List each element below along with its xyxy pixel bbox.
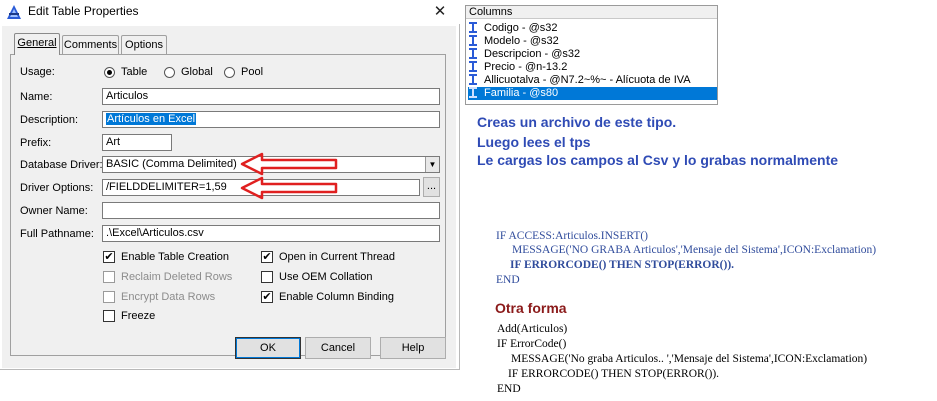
otra-forma-heading: Otra forma [495, 300, 567, 316]
tab-comments[interactable]: Comments [62, 35, 119, 54]
reclaim-deleted-rows-checkbox[interactable] [103, 271, 115, 283]
column-item[interactable]: Precio - @n-13.2 [468, 61, 717, 74]
code-line: MESSAGE('NO GRABA Articulos','Mensaje de… [512, 244, 877, 256]
enable-column-binding-checkbox[interactable]: ✔ [261, 291, 273, 303]
tab-options[interactable]: Options [121, 35, 167, 54]
open-in-current-thread-label: Open in Current Thread [279, 251, 395, 263]
columns-panel: Columns Codigo - @s32 Modelo - @s32 Desc… [465, 5, 718, 105]
name-label: Name: [20, 91, 53, 103]
arrow-database-driver [240, 152, 338, 176]
close-icon[interactable]: ✕ [428, 2, 452, 22]
code-line: END [496, 274, 520, 286]
owner-name-label: Owner Name: [20, 205, 88, 217]
column-field-icon [469, 87, 477, 98]
usage-pool-radio[interactable] [224, 67, 235, 78]
owner-name-input[interactable] [102, 202, 440, 219]
database-driver-value: BASIC (Comma Delimited) [106, 158, 237, 170]
usage-table-label: Table [121, 66, 148, 78]
chevron-down-icon[interactable]: ▼ [425, 157, 439, 172]
column-item-label: Modelo - @s32 [484, 35, 559, 47]
column-item[interactable]: Allicuotalva - @N7.2~%~ - Alícuota de IV… [468, 74, 717, 87]
column-item-selected[interactable]: Familia - @s80 [468, 87, 717, 100]
code-line: IF ERRORCODE() THEN STOP(ERROR()). [508, 368, 720, 380]
column-item-label: Familia - @s80 [484, 87, 559, 99]
freeze-label: Freeze [121, 310, 156, 322]
code-line: END [497, 383, 521, 395]
note-line: Luego lees el tps [477, 134, 591, 150]
column-field-icon [469, 74, 477, 85]
tab-general[interactable]: General [14, 33, 60, 55]
description-value: Artículos en Excel [106, 113, 197, 125]
code-line: IF ACCESS:Articulos.INSERT() [496, 230, 649, 242]
usage-global-radio[interactable] [164, 67, 175, 78]
dialog-client-area: General Comments Options Usage: Table Gl… [2, 26, 456, 368]
edit-table-properties-dialog: Edit Table Properties ✕ General Comments… [0, 0, 460, 370]
tab-options-label: Options [125, 39, 163, 51]
prefix-label: Prefix: [20, 137, 52, 149]
description-input[interactable]: Artículos en Excel [102, 111, 440, 128]
title-bar[interactable]: Edit Table Properties ✕ [0, 0, 460, 24]
window-title: Edit Table Properties [28, 4, 139, 18]
note-line: Le cargas los campos al Csv y lo grabas … [477, 152, 839, 168]
column-field-icon [469, 48, 477, 59]
database-driver-label: Database Driver: [20, 159, 103, 171]
tab-comments-label: Comments [63, 39, 118, 51]
column-field-icon [469, 61, 477, 72]
usage-pool-label: Pool [241, 66, 264, 78]
column-item[interactable]: Modelo - @s32 [468, 35, 717, 48]
code-line: Add(Articulos) [497, 323, 568, 335]
column-field-icon [469, 22, 477, 33]
description-label: Description: [20, 114, 79, 126]
usage-table-radio[interactable] [104, 67, 115, 78]
enable-table-creation-checkbox[interactable]: ✔ [103, 251, 115, 263]
ok-button[interactable]: OK [235, 337, 301, 359]
columns-header: Columns [466, 6, 717, 19]
app-icon [7, 5, 21, 19]
reclaim-deleted-rows-label: Reclaim Deleted Rows [121, 271, 233, 283]
open-in-current-thread-checkbox[interactable]: ✔ [261, 251, 273, 263]
column-item[interactable]: Codigo - @s32 [468, 22, 717, 35]
column-item-label: Codigo - @s32 [484, 22, 558, 34]
driver-options-label: Driver Options: [20, 182, 94, 194]
help-button[interactable]: Help [380, 337, 446, 359]
enable-column-binding-label: Enable Column Binding [279, 291, 394, 303]
full-pathname-input[interactable]: .\Excel\Articulos.csv [102, 225, 440, 242]
freeze-checkbox[interactable] [103, 310, 115, 322]
name-input[interactable]: Articulos [102, 88, 440, 105]
usage-global-label: Global [181, 66, 213, 78]
driver-options-browse-button[interactable]: ... [423, 177, 440, 197]
cancel-button[interactable]: Cancel [305, 337, 371, 359]
encrypt-data-rows-checkbox[interactable] [103, 291, 115, 303]
column-item-label: Precio - @n-13.2 [484, 61, 568, 73]
use-oem-collation-checkbox[interactable] [261, 271, 273, 283]
code-line: IF ERRORCODE() THEN STOP(ERROR()). [510, 259, 735, 271]
usage-label: Usage: [20, 66, 55, 78]
tab-general-label: General [17, 37, 57, 49]
enable-table-creation-label: Enable Table Creation [121, 251, 230, 263]
full-pathname-label: Full Pathname: [20, 228, 94, 240]
code-line: MESSAGE('No graba Articulos.. ','Mensaje… [511, 353, 868, 365]
prefix-input[interactable]: Art [102, 134, 172, 151]
column-item-label: Descripcion - @s32 [484, 48, 581, 60]
code-line: IF ErrorCode() [497, 338, 567, 350]
red-arrows-annotation [240, 152, 338, 200]
use-oem-collation-label: Use OEM Collation [279, 271, 373, 283]
column-field-icon [469, 35, 477, 46]
note-line: Creas un archivo de este tipo. [477, 114, 677, 130]
encrypt-data-rows-label: Encrypt Data Rows [121, 291, 216, 303]
arrow-driver-options [240, 176, 338, 200]
column-item[interactable]: Descripcion - @s32 [468, 48, 717, 61]
column-item-label: Allicuotalva - @N7.2~%~ - Alícuota de IV… [484, 74, 691, 86]
